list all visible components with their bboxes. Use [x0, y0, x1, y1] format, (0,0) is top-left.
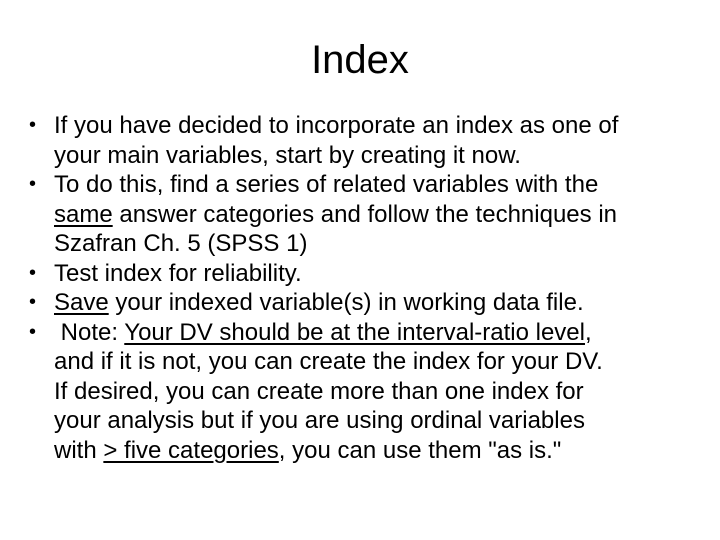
bullet-text-line: Note: Your DV should be at the interval-…: [54, 318, 719, 348]
bullet-text: ,: [584, 318, 592, 346]
bullet-item-index-start: • If you have decided to incorporate an …: [29, 111, 719, 170]
bullet-text-line: If desired, you can create more than one…: [54, 377, 584, 405]
bullet-icon: •: [29, 173, 37, 195]
bullet-text: with: [54, 436, 104, 464]
bullet-text-line: your main variables, start by creating i…: [54, 141, 521, 169]
bullet-text-line: and if it is not, you can create the ind…: [54, 348, 603, 375]
underlined-text: same: [54, 200, 113, 228]
bullet-icon: •: [29, 114, 37, 136]
bullet-text-line: your analysis but if you are using ordin…: [54, 407, 585, 434]
bullet-text-line: with > five categories, you can use them…: [54, 436, 719, 466]
bullet-icon: •: [29, 320, 37, 343]
bullet-text-line: To do this, find a series of related var…: [54, 171, 599, 198]
bullet-text: , you can use them "as is.": [278, 436, 562, 464]
underlined-text: > five categories: [103, 436, 279, 464]
slide-title: Index: [311, 38, 409, 82]
bullet-item-test-reliability: • Test index for reliability.: [29, 259, 719, 289]
bullet-item-save-variable: • Save your indexed variable(s) in worki…: [29, 288, 719, 318]
bullet-text-line: same answer categories and follow the te…: [54, 200, 719, 230]
underlined-text: Your DV should be at the interval-ratio …: [124, 318, 585, 346]
underlined-text: Save: [54, 289, 109, 316]
bullet-icon: •: [29, 291, 37, 313]
bullet-icon: •: [29, 261, 37, 284]
bullet-text: answer categories and follow the techniq…: [112, 200, 617, 228]
bullet-text-line: Szafran Ch. 5 (SPSS 1): [54, 230, 308, 257]
bullet-text-line: Test index for reliability.: [54, 259, 302, 287]
bullet-item-note-dv: • Note: Your DV should be at the interva…: [29, 318, 719, 466]
bullet-text: your indexed variable(s) in working data…: [108, 289, 584, 316]
bullet-text-line: Save your indexed variable(s) in working…: [54, 288, 719, 318]
bullet-text: Note:: [54, 318, 125, 346]
bullet-list: • If you have decided to incorporate an …: [29, 111, 719, 465]
bullet-item-find-variables: • To do this, find a series of related v…: [29, 170, 719, 259]
bullet-text-line: If you have decided to incorporate an in…: [54, 112, 619, 139]
